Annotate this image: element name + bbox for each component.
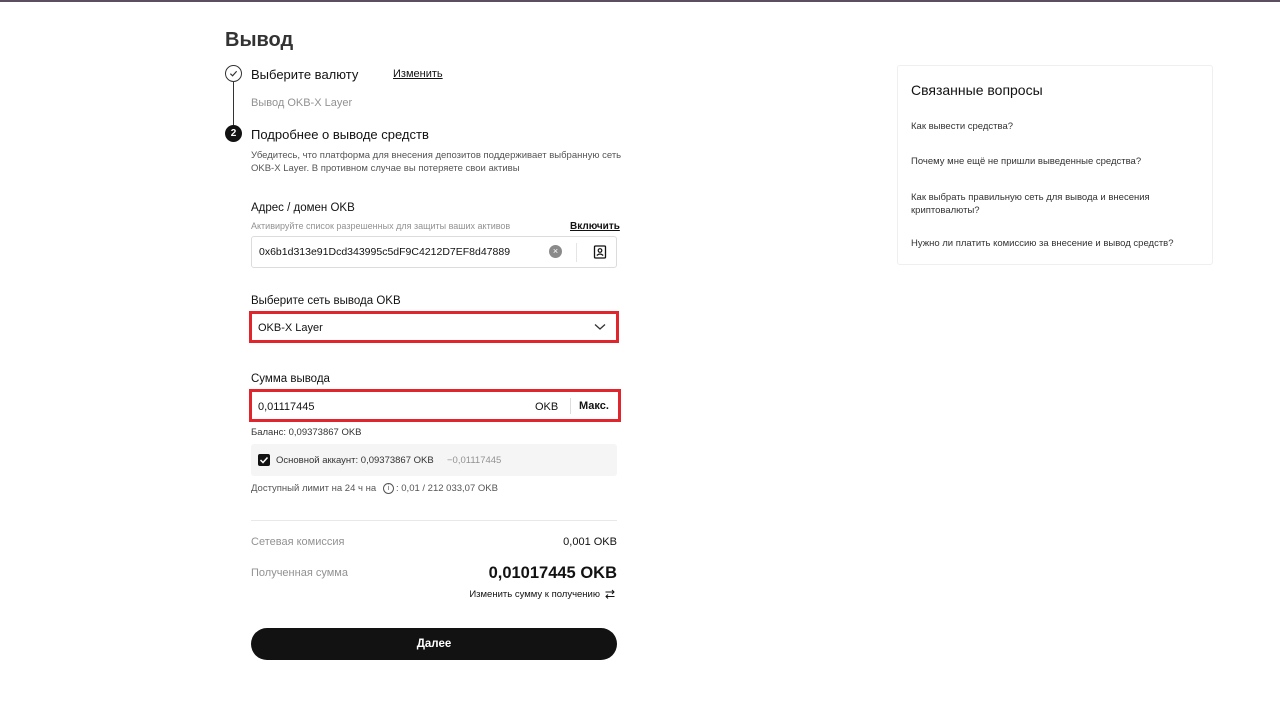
amount-value[interactable]: 0,01117445 <box>258 401 314 413</box>
network-selected-value: OKB-X Layer <box>258 322 323 334</box>
divider <box>251 520 617 521</box>
received-value: 0,01017445 OKB <box>488 564 617 582</box>
clear-icon[interactable]: × <box>549 245 562 258</box>
address-book-icon[interactable] <box>593 245 607 259</box>
top-border <box>0 0 1280 2</box>
address-value[interactable]: 0x6b1d313e91Dcd343995c5dF9C4212D7EF8d478… <box>259 246 510 258</box>
check-icon <box>259 456 269 464</box>
switch-amount-link[interactable]: Изменить сумму к получению <box>469 589 600 600</box>
faq-link[interactable]: Как вывести средства? <box>911 120 1201 133</box>
step-2-description: Убедитесь, что платформа для внесения де… <box>251 150 622 174</box>
account-balance-text: Основной аккаунт: 0,09373867 OKB <box>276 455 434 466</box>
network-select[interactable]: OKB-X Layer <box>249 311 619 343</box>
divider <box>576 243 577 262</box>
faq-title: Связанные вопросы <box>911 82 1043 98</box>
balance-text: Баланс: 0,09373867 OKB <box>251 427 362 438</box>
address-input[interactable]: 0x6b1d313e91Dcd343995c5dF9C4212D7EF8d478… <box>251 236 617 268</box>
divider <box>570 398 571 414</box>
swap-icon[interactable] <box>604 588 616 600</box>
funding-account-row[interactable]: Основной аккаунт: 0,09373867 OKB −0,0111… <box>251 444 617 476</box>
fee-label: Сетевая комиссия <box>251 536 345 548</box>
amount-input[interactable]: 0,01117445 OKB Макс. <box>249 389 621 422</box>
next-button[interactable]: Далее <box>251 628 617 660</box>
address-label: Адрес / домен OKB <box>251 202 355 214</box>
received-label: Полученная сумма <box>251 567 348 579</box>
step-1-title: Выберите валюту <box>251 67 359 82</box>
fee-value: 0,001 OKB <box>563 536 617 548</box>
allowlist-hint: Активируйте список разрешенных для защит… <box>251 221 511 231</box>
enable-allowlist-link[interactable]: Включить <box>570 221 620 232</box>
limit-label: Доступный лимит на 24 ч на <box>251 483 377 494</box>
limit-value: : 0,01 / 212 033,07 OKB <box>396 483 498 494</box>
related-questions-card: Связанные вопросы Как вывести средства? … <box>897 65 1213 265</box>
network-label: Выберите сеть вывода OKB <box>251 295 401 307</box>
amount-label: Сумма вывода <box>251 373 330 385</box>
max-button[interactable]: Макс. <box>579 400 609 412</box>
amount-unit: OKB <box>535 401 559 413</box>
info-icon[interactable]: i <box>383 483 394 494</box>
step-connector <box>233 82 234 125</box>
step-2-title: Подробнее о выводе средств <box>251 127 429 142</box>
step-1-subtitle: Вывод OKB-X Layer <box>251 97 353 109</box>
step-1-done-icon <box>225 65 242 82</box>
faq-link[interactable]: Почему мне ещё не пришли выведенные сред… <box>911 155 1201 168</box>
page-title: Вывод <box>225 29 294 51</box>
chevron-down-icon <box>594 324 606 330</box>
faq-link[interactable]: Нужно ли платить комиссию за внесение и … <box>911 237 1201 250</box>
account-checkbox[interactable] <box>258 454 270 466</box>
change-currency-link[interactable]: Изменить <box>393 68 443 80</box>
faq-link[interactable]: Как выбрать правильную сеть для вывода и… <box>911 191 1201 217</box>
account-deduction: −0,01117445 <box>447 455 502 466</box>
check-icon <box>229 70 238 77</box>
step-2-badge: 2 <box>225 125 242 142</box>
